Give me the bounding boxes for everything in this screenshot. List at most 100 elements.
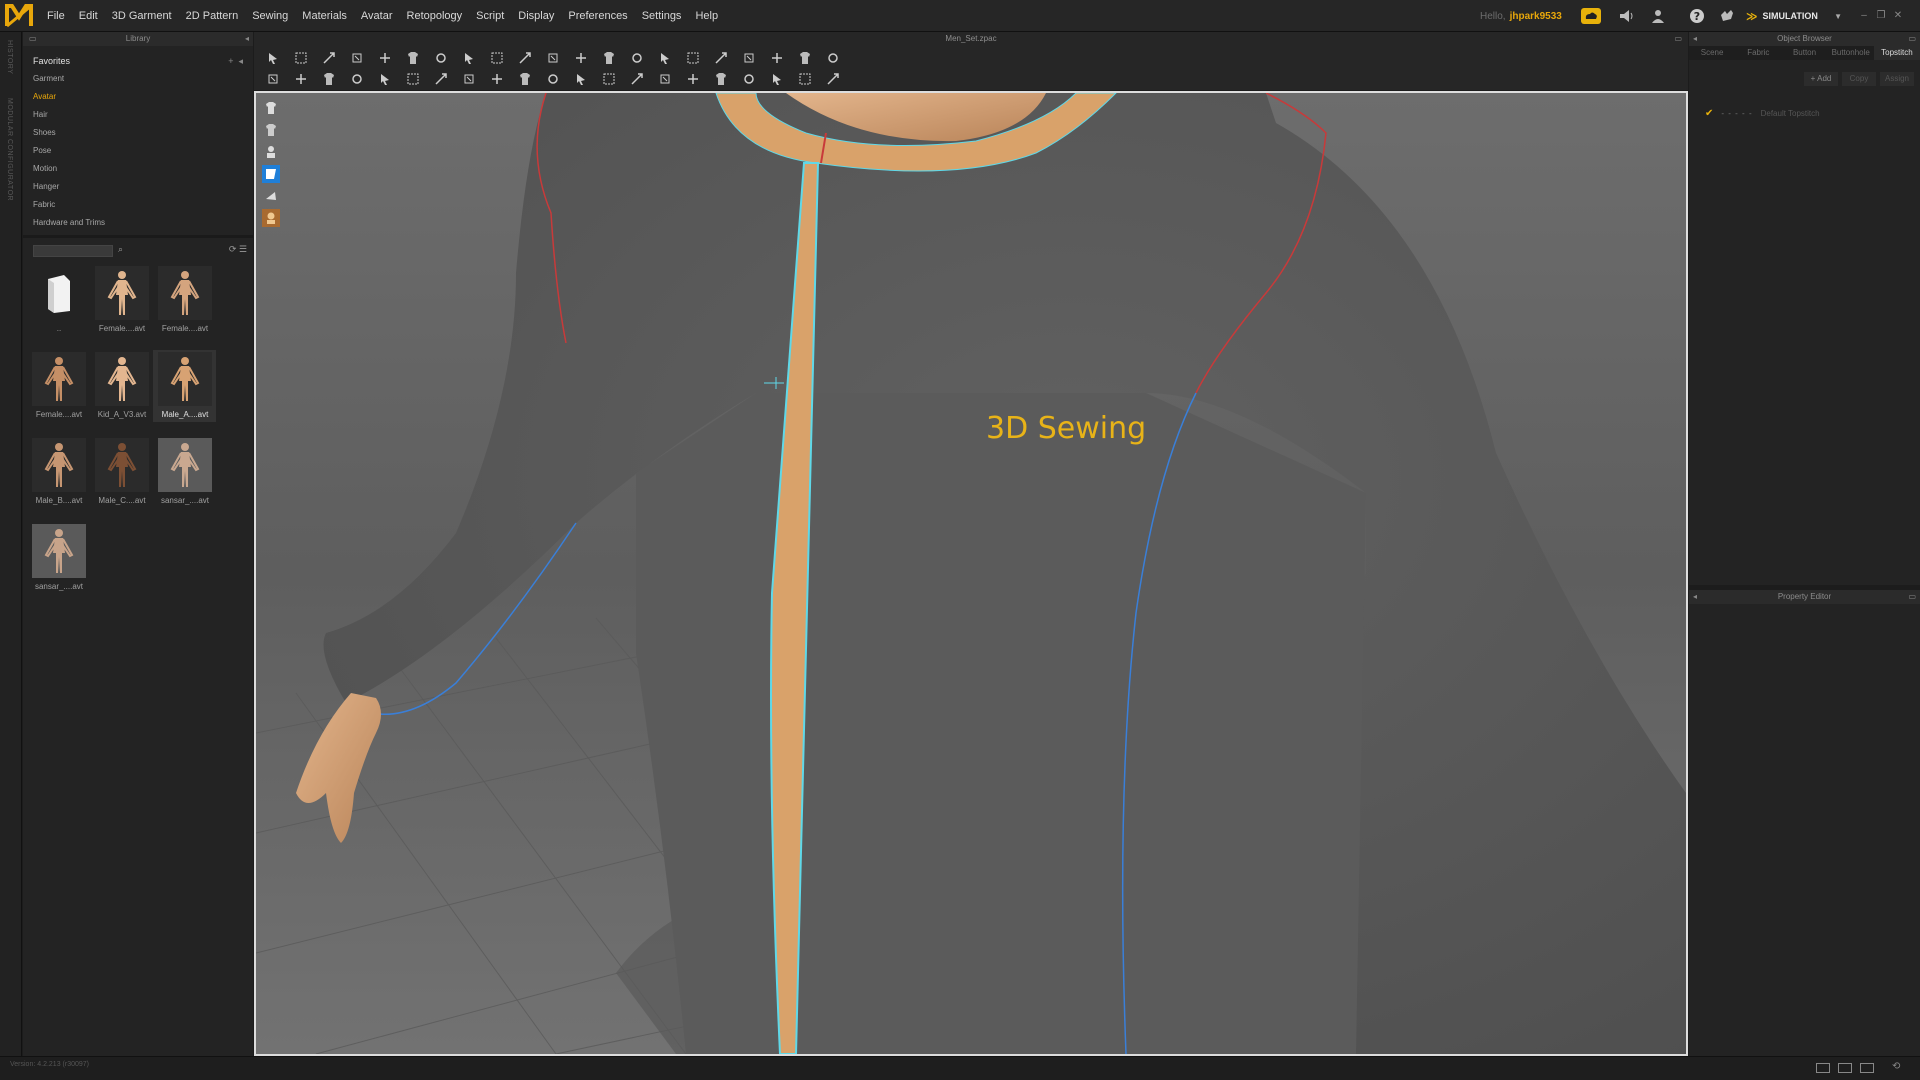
pin-icon[interactable]: ◂ — [245, 32, 249, 46]
menu-item-file[interactable]: File — [40, 0, 72, 32]
category-hair[interactable]: Hair — [33, 106, 253, 124]
menu-item-edit[interactable]: Edit — [72, 0, 105, 32]
category-hardware-and-trims[interactable]: Hardware and Trims — [33, 214, 253, 232]
buttonhole-icon[interactable] — [516, 71, 534, 87]
fabric-mode-icon[interactable] — [262, 187, 280, 205]
flatten-icon[interactable] — [656, 50, 674, 66]
assign-button[interactable]: Assign — [1880, 72, 1914, 86]
open-folder-icon[interactable]: ▭ — [29, 32, 37, 46]
tab-buttonhole[interactable]: Buttonhole — [1828, 46, 1874, 60]
3d-scene[interactable] — [256, 93, 1686, 1054]
menu-item-avatar[interactable]: Avatar — [354, 0, 400, 32]
avatar-item[interactable]: sansar_....avt — [153, 436, 216, 508]
menu-item-2d-pattern[interactable]: 2D Pattern — [179, 0, 246, 32]
fold-icon[interactable] — [432, 50, 450, 66]
restore-icon[interactable]: ❐ — [1875, 10, 1887, 22]
user-icon[interactable] — [1647, 6, 1669, 26]
layout-quad-icon[interactable] — [1860, 1063, 1874, 1073]
add-button[interactable]: + Add — [1804, 72, 1838, 86]
category-fabric[interactable]: Fabric — [33, 196, 253, 214]
trace-icon[interactable] — [572, 50, 590, 66]
measure-icon[interactable] — [768, 50, 786, 66]
baste-icon[interactable] — [544, 50, 562, 66]
help-icon[interactable]: ? — [1686, 6, 1708, 26]
category-hanger[interactable]: Hanger — [33, 178, 253, 196]
pin-icon[interactable]: ▭ — [1674, 32, 1682, 46]
avatar-item[interactable]: Male_B....avt — [27, 436, 90, 508]
library-view-tools[interactable]: ⟳ ☰ — [229, 244, 247, 255]
avatar-item[interactable]: Female....avt — [153, 264, 216, 336]
puckering-icon[interactable] — [628, 71, 646, 87]
3d-viewport[interactable]: 3D Sewing — [254, 91, 1688, 1056]
menu-item-sewing[interactable]: Sewing — [245, 0, 295, 32]
close-icon[interactable]: ✕ — [1892, 10, 1904, 22]
drape-icon[interactable] — [684, 50, 702, 66]
menu-item-settings[interactable]: Settings — [635, 0, 689, 32]
show-garment-icon[interactable] — [262, 99, 280, 117]
box-select-icon[interactable] — [320, 50, 338, 66]
announcement-icon[interactable] — [1615, 6, 1637, 26]
history-tab[interactable]: HISTORY — [6, 40, 13, 74]
avatar-measure-icon[interactable] — [796, 71, 814, 87]
layout-single-icon[interactable] — [1816, 1063, 1830, 1073]
globe-icon[interactable] — [824, 71, 842, 87]
menu-item-retopology[interactable]: Retopology — [400, 0, 470, 32]
app-logo-icon[interactable] — [4, 2, 34, 30]
cloud-icon[interactable] — [1580, 6, 1602, 26]
collapse-icon[interactable]: ◂ — [1693, 32, 1697, 46]
parent-folder-item[interactable]: .. — [27, 264, 90, 336]
line-icon[interactable] — [544, 71, 562, 87]
gradient-icon[interactable] — [712, 71, 730, 87]
show-garment-alt-icon[interactable] — [262, 121, 280, 139]
scale-icon[interactable] — [348, 50, 366, 66]
category-avatar[interactable]: Avatar — [33, 88, 253, 106]
seam-icon[interactable] — [348, 71, 366, 87]
transform-icon[interactable] — [292, 50, 310, 66]
bind-icon[interactable] — [600, 71, 618, 87]
arrange-icon[interactable] — [600, 50, 618, 66]
user-name[interactable]: jhpark9533 — [1510, 11, 1562, 22]
show-avatar-icon[interactable] — [262, 143, 280, 161]
rotate-icon[interactable] — [376, 50, 394, 66]
avatar-item[interactable]: Female....avt — [90, 264, 153, 336]
collapse-icon[interactable]: ◂ — [1693, 590, 1697, 604]
layout-split-icon[interactable] — [1838, 1063, 1852, 1073]
category-garment[interactable]: Garment — [33, 70, 253, 88]
copy-button[interactable]: Copy — [1842, 72, 1876, 86]
pin-icon[interactable]: ▭ — [1908, 590, 1916, 604]
favorites-actions[interactable]: + ◂ — [228, 56, 243, 67]
trim-icon[interactable] — [740, 71, 758, 87]
search-icon[interactable]: ⌕ — [118, 244, 123, 255]
pin-icon[interactable]: ▭ — [1908, 32, 1916, 46]
fold-arrange-icon[interactable] — [432, 71, 450, 87]
avatar-mode-icon[interactable] — [262, 209, 280, 227]
avatar-item[interactable]: Kid_A_V3.avt — [90, 350, 153, 422]
point-icon[interactable] — [292, 71, 310, 87]
avatar-item[interactable]: Female....avt — [27, 350, 90, 422]
avatar-item[interactable]: Male_A....avt — [153, 350, 216, 422]
elastic-icon[interactable] — [684, 71, 702, 87]
tab-fabric[interactable]: Fabric — [1735, 46, 1781, 60]
segment-icon[interactable] — [320, 71, 338, 87]
menu-item-script[interactable]: Script — [469, 0, 511, 32]
tack-icon[interactable] — [516, 50, 534, 66]
avatar-item[interactable]: sansar_....avt — [27, 522, 90, 594]
menu-item-materials[interactable]: Materials — [295, 0, 354, 32]
menu-item-3d-garment[interactable]: 3D Garment — [105, 0, 179, 32]
stitch-icon[interactable] — [404, 71, 422, 87]
category-pose[interactable]: Pose — [33, 142, 253, 160]
modular-configurator-tab[interactable]: MODULAR CONFIGURATOR — [6, 98, 13, 201]
sync-icon[interactable]: ⟲ — [1892, 1061, 1900, 1072]
tab-topstitch[interactable]: Topstitch — [1874, 46, 1920, 60]
tab-scene[interactable]: Scene — [1689, 46, 1735, 60]
menu-item-display[interactable]: Display — [511, 0, 561, 32]
hanger-icon[interactable] — [768, 71, 786, 87]
shirring-icon[interactable] — [656, 71, 674, 87]
select-icon[interactable] — [264, 50, 282, 66]
edit-pattern-icon[interactable] — [264, 71, 282, 87]
fit-icon[interactable] — [740, 50, 758, 66]
move-icon[interactable] — [404, 50, 422, 66]
shirt-icon[interactable] — [712, 50, 730, 66]
check-icon[interactable]: ✔ — [1705, 108, 1713, 119]
category-shoes[interactable]: Shoes — [33, 124, 253, 142]
